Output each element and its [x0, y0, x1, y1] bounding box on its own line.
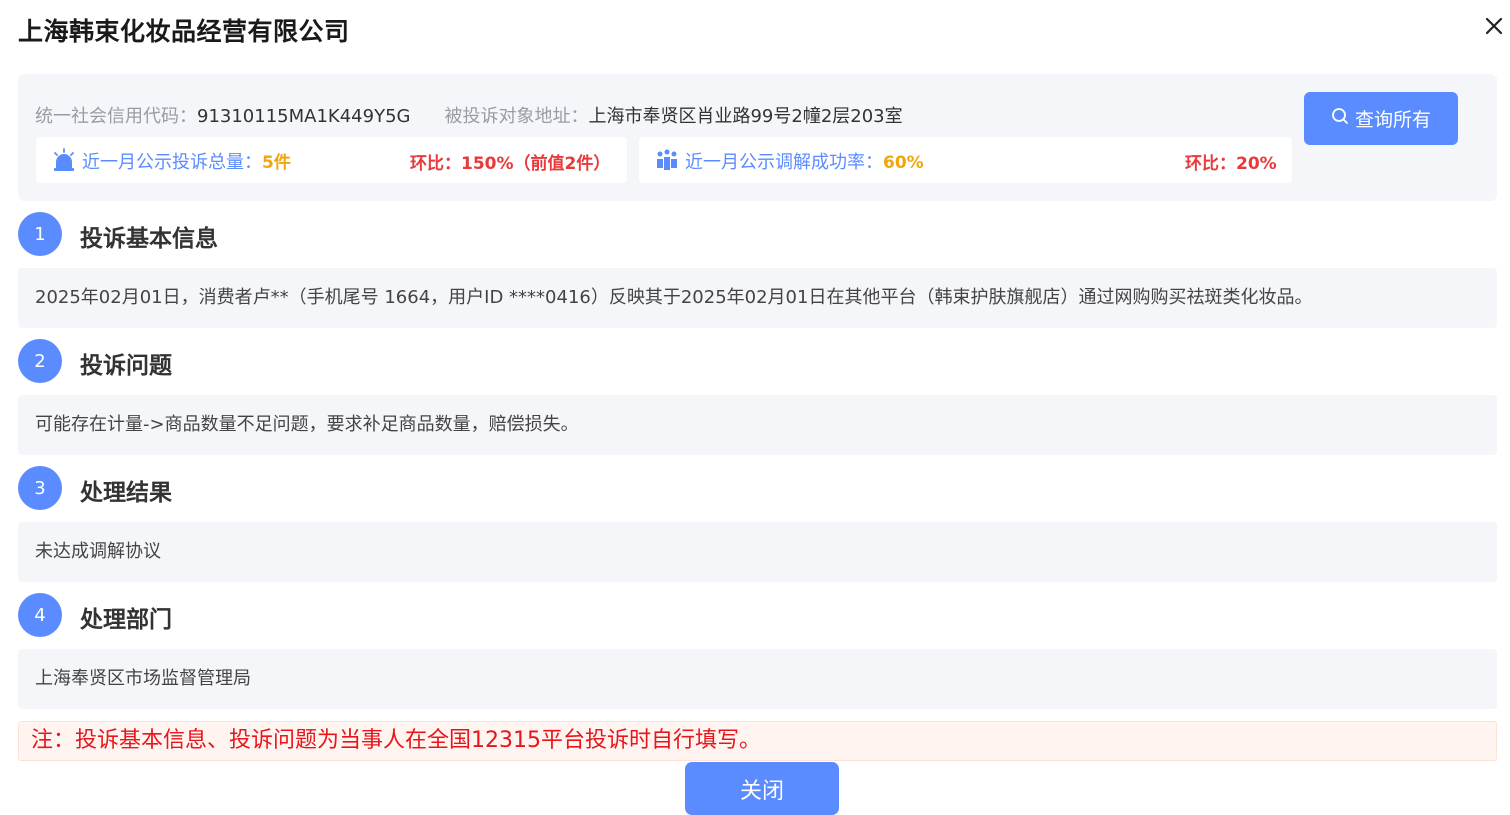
mediation-rate-card: 近一月公示调解成功率：60% 环比：20%	[639, 137, 1292, 183]
complaint-count-card: 近一月公示投诉总量：5件 环比：150%（前值2件）	[36, 137, 627, 183]
query-all-label: 查询所有	[1354, 109, 1431, 131]
complaint-count-label: 近一月公示投诉总量：	[82, 152, 262, 173]
complaint-detail-dialog: 上海韩束化妆品经营有限公司 统一社会信用代码：91310115MA1K449Y5…	[0, 0, 1510, 815]
address-value: 上海市奉贤区肖业路99号2幢2层203室	[588, 106, 903, 127]
credit-code-label: 统一社会信用代码：	[35, 106, 197, 127]
complaint-count-value: 5件	[262, 153, 291, 173]
mediation-rate-ratio: 环比：20%	[1185, 154, 1277, 174]
close-button[interactable]: 关闭	[685, 762, 839, 815]
dialog-title: 上海韩束化妆品经营有限公司	[18, 17, 350, 46]
credit-code-value: 91310115MA1K449Y5G	[197, 106, 411, 127]
mediation-rate-value: 60%	[883, 153, 924, 173]
section-title: 投诉问题	[80, 353, 172, 379]
complaint-count-ratio: 环比：150%（前值2件）	[410, 154, 611, 174]
mediation-rate-label: 近一月公示调解成功率：	[685, 152, 883, 173]
company-info-panel: 统一社会信用代码：91310115MA1K449Y5G 被投诉对象地址：上海市奉贤…	[18, 74, 1497, 201]
address-label: 被投诉对象地址：	[444, 106, 589, 127]
section-content-department: 上海奉贤区市场监督管理局	[18, 649, 1497, 709]
disclaimer-note: 注：投诉基本信息、投诉问题为当事人在全国12315平台投诉时自行填写。	[18, 721, 1497, 761]
section-number: 4	[18, 593, 62, 637]
search-icon	[1331, 107, 1349, 130]
company-info-line: 统一社会信用代码：91310115MA1K449Y5G 被投诉对象地址：上海市奉贤…	[35, 102, 903, 128]
section-title: 投诉基本信息	[80, 226, 218, 252]
section-number: 1	[18, 212, 62, 256]
section-title: 处理部门	[80, 607, 172, 633]
close-icon[interactable]	[1482, 14, 1506, 38]
section-content-basic-info: 2025年02月01日，消费者卢**（手机尾号 1664，用户ID ****04…	[18, 268, 1497, 328]
section-number: 2	[18, 339, 62, 383]
section-number: 3	[18, 466, 62, 510]
section-content-result: 未达成调解协议	[18, 522, 1497, 582]
alarm-bell-icon	[52, 148, 76, 172]
section-title: 处理结果	[80, 480, 172, 506]
people-icon	[655, 148, 679, 172]
section-content-complaint-issue: 可能存在计量->商品数量不足问题，要求补足商品数量，赔偿损失。	[18, 395, 1497, 455]
query-all-button[interactable]: 查询所有	[1304, 92, 1458, 145]
